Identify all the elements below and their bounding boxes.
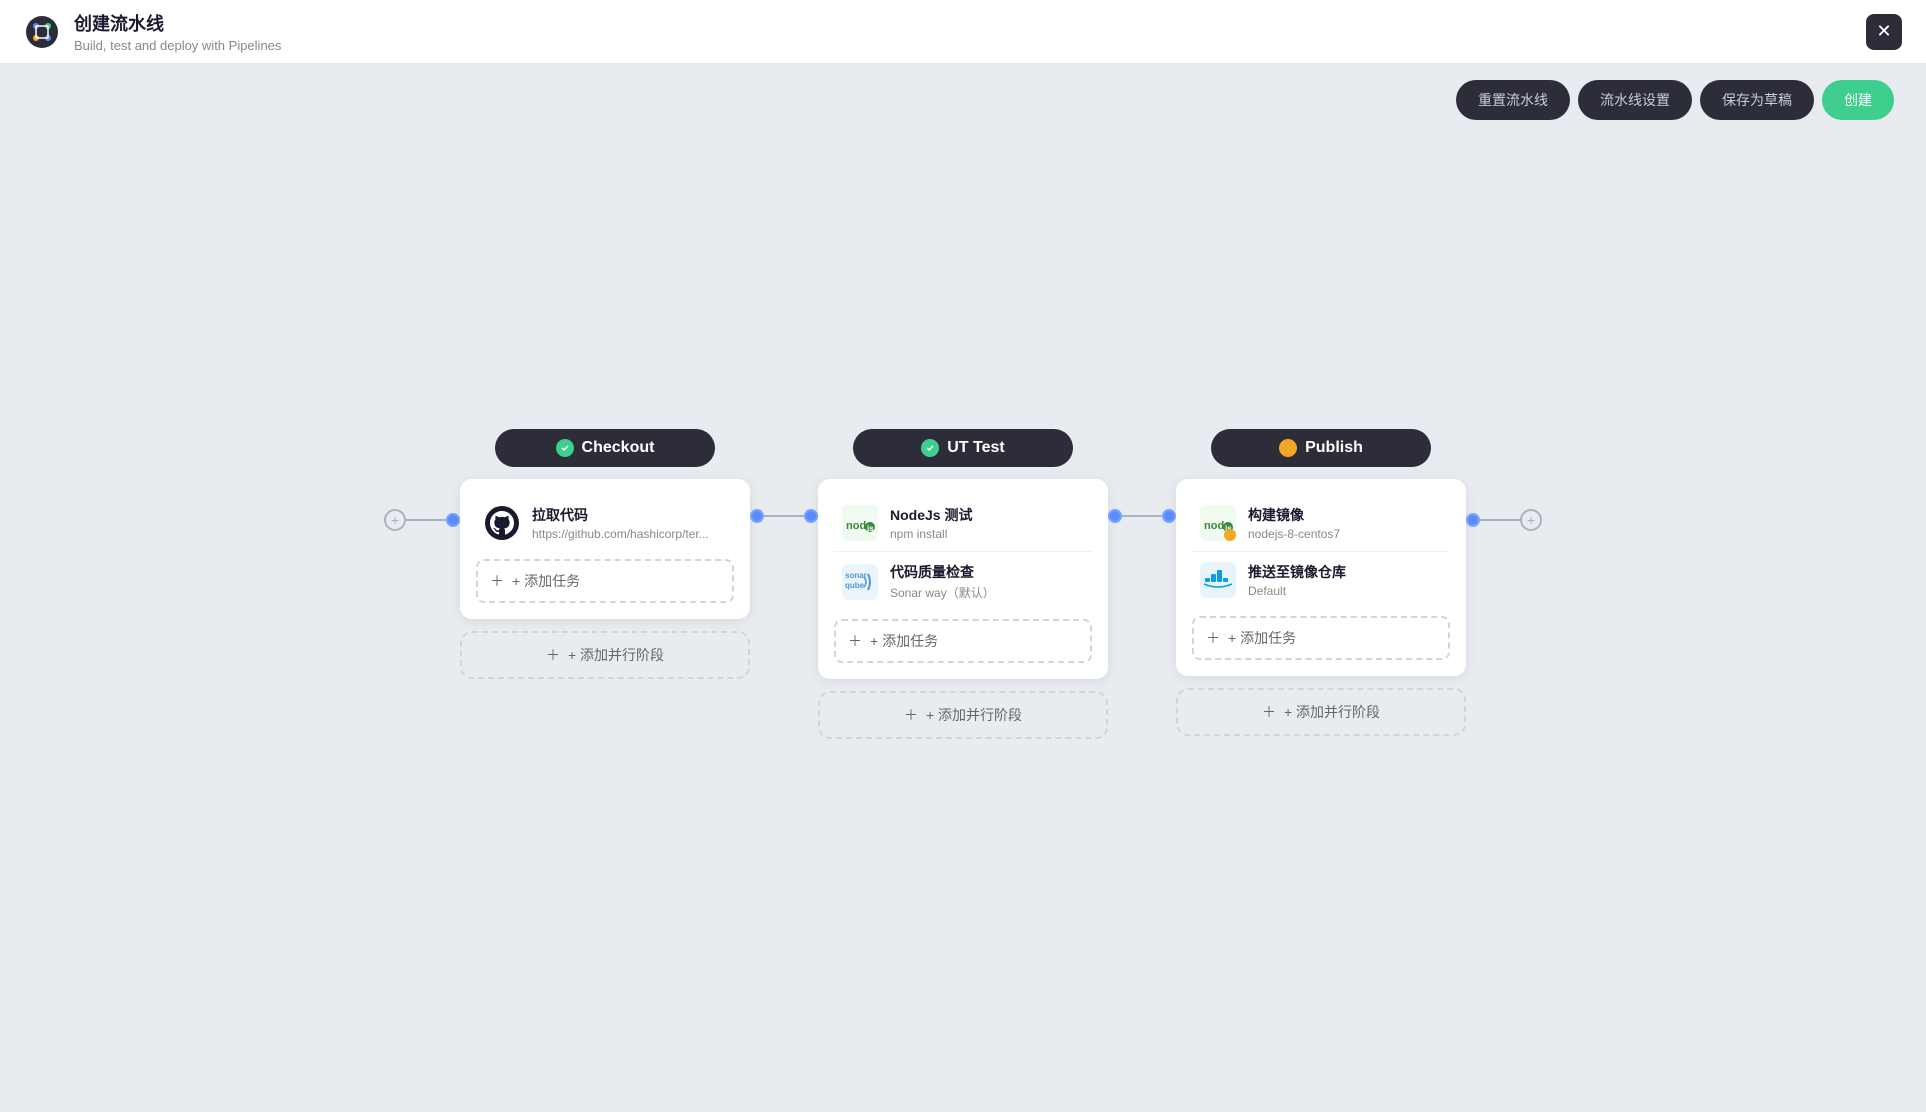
connector-dot-right [1466,513,1480,527]
add-parallel-label: + 添加并行阶段 [1284,702,1380,722]
stage-checkout: Checkout 拉取代码 https://github.com/hashico… [460,429,750,679]
task-pullcode-info: 拉取代码 https://github.com/hashicorp/ter... [532,505,726,541]
save-draft-button[interactable]: 保存为草稿 [1700,80,1814,120]
pipeline: + Checkout [384,429,1542,739]
connector-dot-left [446,513,460,527]
header-left: 创建流水线 Build, test and deploy with Pipeli… [24,10,281,53]
plus-icon: ＋ [848,631,862,651]
task-push-sub: Default [1248,584,1442,598]
stage-publish-header: Publish [1211,429,1431,467]
add-stage-left-button[interactable]: + [384,509,406,531]
close-icon: ✕ [1876,21,1891,42]
task-push-registry[interactable]: 推送至镜像仓库 Default [1192,552,1450,608]
pipeline-settings-button[interactable]: 流水线设置 [1578,80,1692,120]
task-sonar-name: 代码质量检查 [890,562,1084,582]
sonar-icon: sonar qube [842,564,878,600]
right-connector: + [1466,509,1542,531]
connector-dot-1r [750,509,764,523]
add-task-checkout-button[interactable]: ＋ + 添加任务 [476,559,734,603]
plus-icon: ＋ [490,571,504,591]
task-pullcode-sub: https://github.com/hashicorp/ter... [532,527,726,541]
header: 创建流水线 Build, test and deploy with Pipeli… [0,0,1926,64]
left-connector: + [384,509,460,531]
add-parallel-uttest-button[interactable]: ＋ + 添加并行阶段 [818,691,1108,739]
stage-publish-status-dot [1279,439,1297,457]
add-parallel-label: + 添加并行阶段 [926,705,1022,725]
stage-publish: Publish node js 构建镜像 [1176,429,1466,736]
add-parallel-checkout-button[interactable]: ＋ + 添加并行阶段 [460,631,750,679]
plus-icon: ＋ [904,705,918,725]
nodejs-build-icon: node js [1200,505,1236,541]
task-build-image-sub: nodejs-8-centos7 [1248,527,1442,541]
task-nodejs-info: NodeJs 测试 npm install [890,505,1084,541]
plus-icon: ＋ [1262,702,1276,722]
stage-checkout-label: Checkout [582,439,655,457]
toolbar: 重置流水线 流水线设置 保存为草稿 创建 [0,64,1926,136]
task-sonar-sub: Sonar way（默认） [890,584,1084,601]
add-task-label: + 添加任务 [870,631,938,651]
stage-checkout-header: Checkout [495,429,715,467]
stage-uttest-header: UT Test [853,429,1073,467]
task-push-name: 推送至镜像仓库 [1248,562,1442,582]
connector-line-1 [764,515,804,517]
svg-text:qube: qube [845,581,865,590]
task-nodejs-name: NodeJs 测试 [890,505,1084,525]
logo-icon [24,14,60,50]
page-title: 创建流水线 [74,10,281,36]
connector-dot-3l [1162,509,1176,523]
connector-dot-2l [804,509,818,523]
github-icon [484,505,520,541]
connector-dot-2r [1108,509,1122,523]
task-sonar[interactable]: sonar qube 代码质量检查 Sonar way（默认） [834,552,1092,611]
connector-line-right [1480,519,1520,521]
build-image-badge [1224,529,1236,541]
stage-publish-label: Publish [1305,439,1363,457]
header-text: 创建流水线 Build, test and deploy with Pipeli… [74,10,281,53]
connector-line-2 [1122,515,1162,517]
stage-uttest-status-dot [921,439,939,457]
connector-line [406,519,446,521]
plus-icon: ＋ [546,645,560,665]
add-task-label: + 添加任务 [512,571,580,591]
add-stage-right-button[interactable]: + [1520,509,1542,531]
task-nodejs-sub: npm install [890,527,1084,541]
task-push-info: 推送至镜像仓库 Default [1248,562,1442,598]
task-nodejs-test[interactable]: node js NodeJs 测试 npm install [834,495,1092,552]
task-sonar-info: 代码质量检查 Sonar way（默认） [890,562,1084,601]
add-parallel-label: + 添加并行阶段 [568,645,664,665]
svg-text:js: js [866,524,874,533]
task-build-image-info: 构建镜像 nodejs-8-centos7 [1248,505,1442,541]
add-task-uttest-button[interactable]: ＋ + 添加任务 [834,619,1092,663]
close-button[interactable]: ✕ [1866,14,1902,50]
add-task-publish-button[interactable]: ＋ + 添加任务 [1192,616,1450,660]
plus-icon: ＋ [1206,628,1220,648]
connector-2-3 [1108,509,1176,523]
task-build-image[interactable]: node js 构建镜像 nodejs-8-centos7 [1192,495,1450,552]
stage-checkout-status-dot [556,439,574,457]
add-parallel-publish-button[interactable]: ＋ + 添加并行阶段 [1176,688,1466,736]
create-button[interactable]: 创建 [1822,80,1894,120]
task-build-image-name: 构建镜像 [1248,505,1442,525]
add-task-label: + 添加任务 [1228,628,1296,648]
stage-uttest: UT Test node js NodeJs 测试 n [818,429,1108,739]
docker-icon [1200,562,1236,598]
stage-checkout-card: 拉取代码 https://github.com/hashicorp/ter...… [460,479,750,619]
task-checkout-pullcode[interactable]: 拉取代码 https://github.com/hashicorp/ter... [476,495,734,551]
task-pullcode-name: 拉取代码 [532,505,726,525]
connector-1-2 [750,509,818,523]
stage-publish-card: node js 构建镜像 nodejs-8-centos7 [1176,479,1466,676]
stage-uttest-label: UT Test [947,439,1004,457]
stage-uttest-card: node js NodeJs 测试 npm install [818,479,1108,679]
pipeline-canvas: + Checkout [0,136,1926,1112]
svg-text:sonar: sonar [845,571,867,580]
page-subtitle: Build, test and deploy with Pipelines [74,38,281,53]
reset-pipeline-button[interactable]: 重置流水线 [1456,80,1570,120]
nodejs-icon: node js [842,505,878,541]
